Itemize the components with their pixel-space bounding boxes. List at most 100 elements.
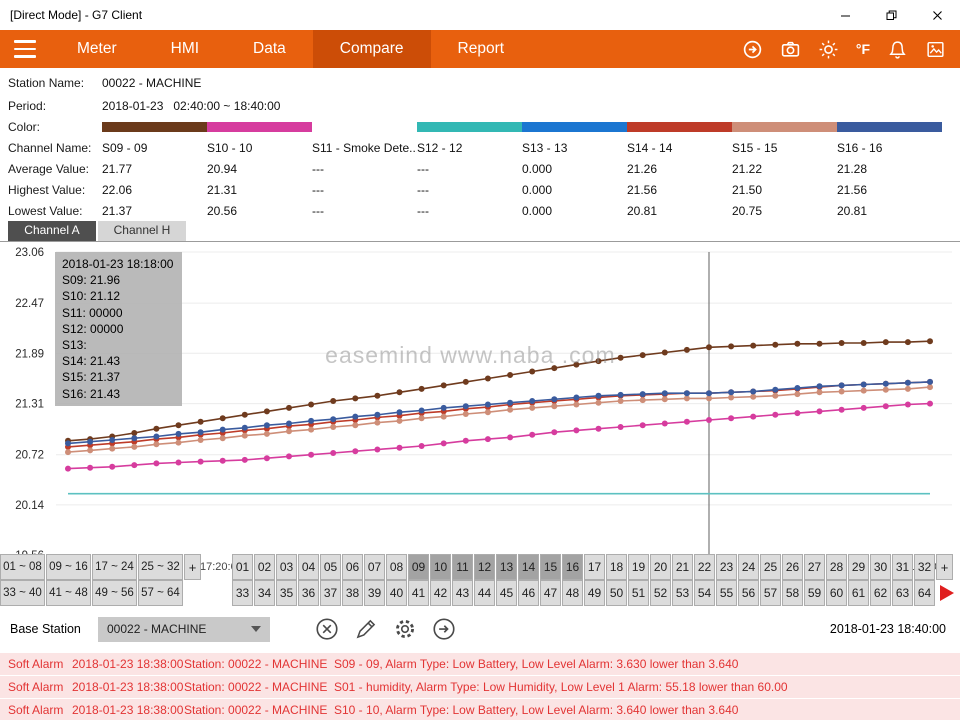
channel-number-button[interactable]: 12 (474, 554, 495, 580)
dismiss-icon[interactable] (314, 616, 340, 642)
tab-channel-a[interactable]: Channel A (8, 221, 96, 241)
alarm-row[interactable]: Soft Alarm2018-01-23 18:38:00Station: 00… (0, 653, 960, 675)
channel-number-button[interactable]: 37 (320, 580, 341, 606)
channel-number-button[interactable]: 59 (804, 580, 825, 606)
channel-number-button[interactable]: 43 (452, 580, 473, 606)
channel-number-button[interactable]: 04 (298, 554, 319, 580)
channel-number-button[interactable]: 07 (364, 554, 385, 580)
channel-number-button[interactable]: 41 (408, 580, 429, 606)
edit-icon[interactable] (353, 616, 379, 642)
add-channel-button[interactable]: + (936, 554, 953, 580)
export-icon[interactable] (431, 616, 457, 642)
snapshot-icon[interactable] (925, 39, 946, 60)
channel-number-button[interactable]: 25 (760, 554, 781, 580)
channel-number-button[interactable]: 05 (320, 554, 341, 580)
channel-number-button[interactable]: 32 (914, 554, 935, 580)
channel-number-button[interactable]: 23 (716, 554, 737, 580)
channel-number-button[interactable]: 13 (496, 554, 517, 580)
channel-number-button[interactable]: 20 (650, 554, 671, 580)
channel-number-button[interactable]: 08 (386, 554, 407, 580)
channel-number-button[interactable]: 62 (870, 580, 891, 606)
channel-number-button[interactable]: 01 (232, 554, 253, 580)
channel-number-button[interactable]: 39 (364, 580, 385, 606)
channel-number-button[interactable]: 57 (760, 580, 781, 606)
close-button[interactable] (914, 0, 960, 30)
channel-number-button[interactable]: 55 (716, 580, 737, 606)
channel-number-button[interactable]: 28 (826, 554, 847, 580)
nav-item-meter[interactable]: Meter (50, 30, 144, 68)
channel-number-button[interactable]: 58 (782, 580, 803, 606)
channel-number-button[interactable]: 52 (650, 580, 671, 606)
channel-number-button[interactable]: 29 (848, 554, 869, 580)
channel-number-button[interactable]: 50 (606, 580, 627, 606)
channel-number-button[interactable]: 64 (914, 580, 935, 606)
channel-number-button[interactable]: 14 (518, 554, 539, 580)
channel-number-button[interactable]: 49 (584, 580, 605, 606)
add-group-button[interactable]: + (184, 554, 201, 580)
channel-number-button[interactable]: 42 (430, 580, 451, 606)
channel-number-button[interactable]: 21 (672, 554, 693, 580)
channel-number-button[interactable]: 61 (848, 580, 869, 606)
channel-number-button[interactable]: 33 (232, 580, 253, 606)
brightness-icon[interactable] (818, 39, 839, 60)
alarm-icon[interactable] (887, 39, 908, 60)
channel-number-button[interactable]: 17 (584, 554, 605, 580)
channel-number-button[interactable]: 63 (892, 580, 913, 606)
base-station-dropdown[interactable]: 00022 - MACHINE (98, 617, 270, 642)
channel-number-button[interactable]: 02 (254, 554, 275, 580)
channel-number-button[interactable]: 24 (738, 554, 759, 580)
channel-group-button[interactable]: 33 ~ 40 (0, 580, 45, 606)
channel-number-button[interactable]: 44 (474, 580, 495, 606)
channel-group-button[interactable]: 17 ~ 24 (92, 554, 137, 580)
channel-number-button[interactable]: 47 (540, 580, 561, 606)
tab-channel-h[interactable]: Channel H (98, 221, 186, 241)
channel-number-button[interactable]: 19 (628, 554, 649, 580)
channel-group-button[interactable]: 49 ~ 56 (92, 580, 137, 606)
channel-number-button[interactable]: 27 (804, 554, 825, 580)
channel-group-button[interactable]: 25 ~ 32 (138, 554, 183, 580)
channel-number-button[interactable]: 54 (694, 580, 715, 606)
channel-number-button[interactable]: 45 (496, 580, 517, 606)
alarm-row[interactable]: Soft Alarm2018-01-23 18:38:00Station: 00… (0, 676, 960, 698)
channel-number-button[interactable]: 06 (342, 554, 363, 580)
channel-group-button[interactable]: 41 ~ 48 (46, 580, 91, 606)
channel-number-button[interactable]: 15 (540, 554, 561, 580)
channel-number-button[interactable]: 40 (386, 580, 407, 606)
channel-number-button[interactable]: 03 (276, 554, 297, 580)
nav-item-hmi[interactable]: HMI (144, 30, 226, 68)
channel-number-button[interactable]: 26 (782, 554, 803, 580)
nav-item-compare[interactable]: Compare (313, 30, 431, 68)
alarm-row[interactable]: Soft Alarm2018-01-23 18:38:00Station: 00… (0, 699, 960, 720)
restore-button[interactable] (868, 0, 914, 30)
channel-number-button[interactable]: 22 (694, 554, 715, 580)
channel-number-button[interactable]: 53 (672, 580, 693, 606)
channel-group-button[interactable]: 01 ~ 08 (0, 554, 45, 580)
next-page-arrow-icon[interactable] (940, 585, 954, 601)
settings-icon[interactable] (392, 616, 418, 642)
channel-group-button[interactable]: 09 ~ 16 (46, 554, 91, 580)
channel-number-button[interactable]: 60 (826, 580, 847, 606)
channel-number-button[interactable]: 16 (562, 554, 583, 580)
channel-number-button[interactable]: 36 (298, 580, 319, 606)
camera-icon[interactable] (780, 39, 801, 60)
nav-item-data[interactable]: Data (226, 30, 313, 68)
channel-number-button[interactable]: 34 (254, 580, 275, 606)
channel-number-button[interactable]: 30 (870, 554, 891, 580)
channel-number-button[interactable]: 10 (430, 554, 451, 580)
fahrenheit-icon[interactable]: °F (856, 39, 870, 60)
channel-number-button[interactable]: 35 (276, 580, 297, 606)
minimize-button[interactable] (822, 0, 868, 30)
channel-number-button[interactable]: 11 (452, 554, 473, 580)
channel-number-button[interactable]: 18 (606, 554, 627, 580)
channel-number-button[interactable]: 31 (892, 554, 913, 580)
channel-number-button[interactable]: 09 (408, 554, 429, 580)
channel-number-button[interactable]: 46 (518, 580, 539, 606)
channel-number-button[interactable]: 48 (562, 580, 583, 606)
channel-number-button[interactable]: 51 (628, 580, 649, 606)
menu-icon[interactable] (0, 30, 50, 68)
channel-number-button[interactable]: 38 (342, 580, 363, 606)
channel-number-button[interactable]: 56 (738, 580, 759, 606)
channel-group-button[interactable]: 57 ~ 64 (138, 580, 183, 606)
nav-item-report[interactable]: Report (431, 30, 532, 68)
refresh-icon[interactable] (742, 39, 763, 60)
